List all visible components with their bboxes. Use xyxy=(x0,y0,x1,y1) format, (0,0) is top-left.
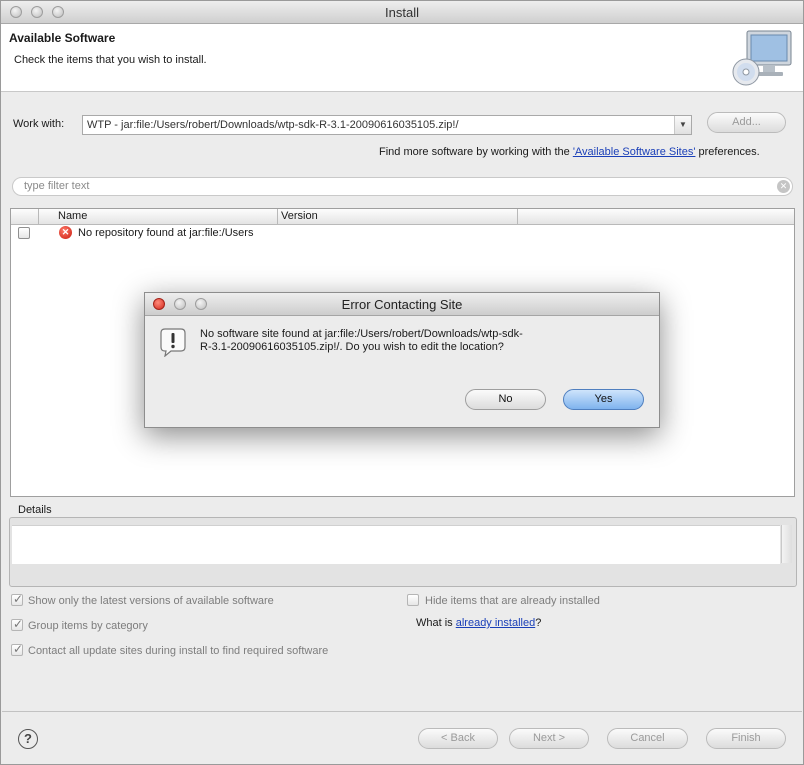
column-name[interactable]: Name xyxy=(58,210,87,222)
details-label: Details xyxy=(18,504,52,516)
work-with-combo[interactable]: WTP - jar:file:/Users/robert/Downloads/w… xyxy=(82,115,692,135)
cancel-button[interactable]: Cancel xyxy=(607,728,688,749)
chevron-down-icon[interactable]: ▼ xyxy=(674,116,691,134)
find-more-prefix: Find more software by working with the xyxy=(379,146,573,158)
page-subtitle: Check the items that you wish to install… xyxy=(14,54,207,66)
column-version[interactable]: Version xyxy=(281,210,318,222)
details-text-area[interactable] xyxy=(12,525,780,564)
page-title: Available Software xyxy=(9,31,116,45)
find-more-suffix: preferences. xyxy=(695,146,760,158)
what-is-suffix: ? xyxy=(535,617,542,629)
details-box xyxy=(9,517,797,587)
add-site-button[interactable]: Add... xyxy=(707,112,786,133)
error-dialog: Error Contacting Site No software site f… xyxy=(144,292,660,428)
group-by-category-checkbox[interactable] xyxy=(11,617,23,631)
find-more-text: Find more software by working with the '… xyxy=(379,146,760,158)
dialog-titlebar[interactable]: Error Contacting Site xyxy=(145,293,659,316)
contact-sites-label: Contact all update sites during install … xyxy=(28,645,329,657)
no-button[interactable]: No xyxy=(465,389,546,410)
what-is-installed-text: What is already installed? xyxy=(416,617,541,629)
wizard-banner: Available Software Check the items that … xyxy=(1,24,803,92)
filter-input[interactable]: type filter text ✕ xyxy=(12,177,793,196)
work-with-value: WTP - jar:file:/Users/robert/Downloads/w… xyxy=(87,119,459,131)
footer-divider xyxy=(2,711,802,712)
window-title: Install xyxy=(385,5,419,20)
hide-installed-label: Hide items that are already installed xyxy=(425,595,600,607)
contact-sites-checkbox[interactable] xyxy=(11,642,23,656)
details-scrollbar[interactable] xyxy=(781,525,792,563)
what-is-prefix: What is xyxy=(416,617,456,629)
computer-icon xyxy=(732,30,792,86)
filter-placeholder: type filter text xyxy=(24,180,90,192)
help-icon[interactable]: ? xyxy=(18,729,38,749)
show-latest-label: Show only the latest versions of availab… xyxy=(28,595,274,607)
yes-button[interactable]: Yes xyxy=(563,389,644,410)
dialog-message-line1: No software site found at jar:file:/User… xyxy=(200,328,523,340)
warning-icon xyxy=(160,328,186,357)
finish-button[interactable]: Finish xyxy=(706,728,786,749)
group-by-category-label: Group items by category xyxy=(28,620,148,632)
work-with-label: Work with: xyxy=(13,118,65,130)
back-button[interactable]: < Back xyxy=(418,728,498,749)
table-row-name[interactable]: No repository found at jar:file:/Users xyxy=(78,227,253,239)
clear-filter-icon[interactable]: ✕ xyxy=(777,180,790,193)
column-divider[interactable] xyxy=(38,209,39,224)
dialog-message-line2: R-3.1-20090616035105.zip!/. Do you wish … xyxy=(200,341,504,353)
error-icon: ✕ xyxy=(59,226,72,239)
column-divider[interactable] xyxy=(517,209,518,224)
show-latest-checkbox[interactable] xyxy=(11,592,23,606)
hide-installed-checkbox[interactable] xyxy=(407,594,419,606)
window-titlebar[interactable]: Install xyxy=(1,1,803,24)
available-software-sites-link[interactable]: 'Available Software Sites' xyxy=(573,146,696,158)
dialog-message: No software site found at jar:file:/User… xyxy=(200,328,620,354)
next-button[interactable]: Next > xyxy=(509,728,589,749)
row-checkbox[interactable] xyxy=(18,227,30,239)
dialog-title: Error Contacting Site xyxy=(341,297,463,312)
tree-header: Name Version xyxy=(11,209,794,225)
already-installed-link[interactable]: already installed xyxy=(456,617,536,629)
column-divider[interactable] xyxy=(277,209,278,224)
